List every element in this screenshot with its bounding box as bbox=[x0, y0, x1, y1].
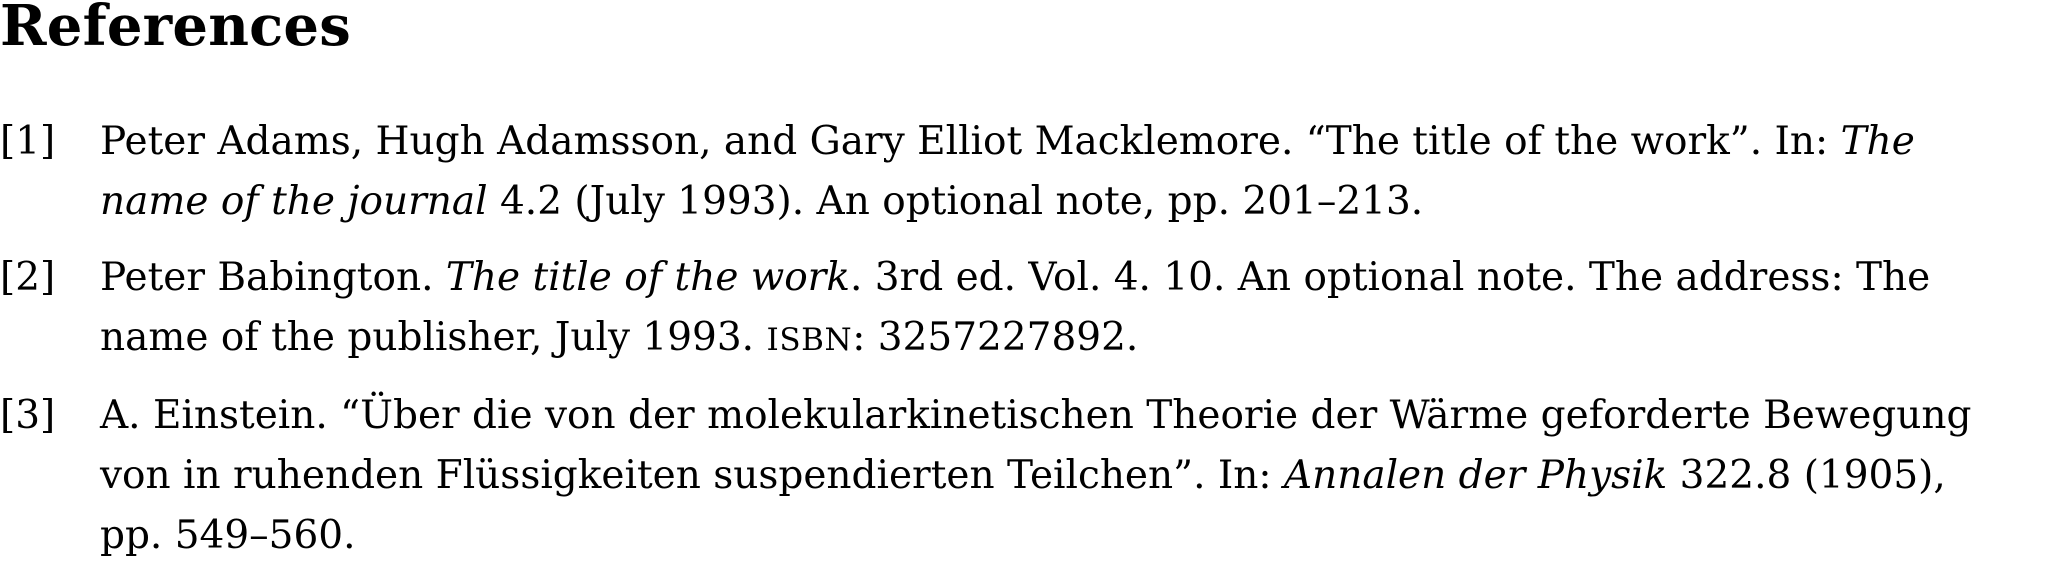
page-range: pp. 549–560. bbox=[100, 513, 356, 558]
journal-name: The bbox=[1840, 119, 1915, 164]
book-title: The title of the work bbox=[445, 255, 850, 300]
bib-entry-text: A. Einstein. “Über die von der molekular… bbox=[100, 386, 2067, 566]
bib-entry: [2] Peter Babington. The title of the wo… bbox=[0, 248, 2067, 370]
bib-entry-label: [1] bbox=[0, 119, 56, 164]
bib-entry-line: name of the journal 4.2 (July 1993). An … bbox=[100, 172, 2067, 232]
bib-entry-line: Peter Adams, Hugh Adamsson, and Gary Ell… bbox=[100, 112, 2067, 172]
bib-entry-line: pp. 549–560. bbox=[100, 506, 2067, 566]
bib-entry: [1] Peter Adams, Hugh Adamsson, and Gary… bbox=[0, 112, 2067, 232]
publication-details: 322.8 (1905), bbox=[1667, 453, 1946, 498]
author-text: Peter Babington. bbox=[100, 255, 446, 300]
bib-entry-text: Peter Babington. The title of the work. … bbox=[100, 248, 2067, 370]
title-continuation: von in ruhenden Flüssigkeiten suspendier… bbox=[100, 453, 1284, 498]
journal-name: name of the journal bbox=[100, 179, 488, 224]
bib-entry-text: Peter Adams, Hugh Adamsson, and Gary Ell… bbox=[100, 112, 2067, 232]
isbn-label: ISBN bbox=[766, 322, 853, 358]
bib-entry-line: name of the publisher, July 1993. ISBN: … bbox=[100, 308, 2067, 370]
bib-entry-line: A. Einstein. “Über die von der molekular… bbox=[100, 386, 2067, 446]
bib-entry-label: [3] bbox=[0, 393, 56, 438]
bib-entry-line: von in ruhenden Flüssigkeiten suspendier… bbox=[100, 446, 2067, 506]
author-title-text: A. Einstein. “Über die von der molekular… bbox=[100, 393, 1972, 438]
publisher-details: name of the publisher, July 1993. bbox=[100, 315, 767, 360]
bib-entry-label: [2] bbox=[0, 255, 56, 300]
bib-entry: [3] A. Einstein. “Über die von der molek… bbox=[0, 386, 2067, 566]
references-heading: References bbox=[0, 0, 351, 59]
bibliography-list: [1] Peter Adams, Hugh Adamsson, and Gary… bbox=[0, 112, 2067, 582]
publication-details: . 3rd ed. Vol. 4. 10. An optional note. … bbox=[849, 255, 1931, 300]
references-page: References [1] Peter Adams, Hugh Adamsso… bbox=[0, 0, 2067, 558]
isbn-value: : 3257227892. bbox=[852, 315, 1139, 360]
journal-name: Annalen der Physik bbox=[1283, 453, 1668, 498]
publication-details: 4.2 (July 1993). An optional note, pp. 2… bbox=[487, 179, 1424, 224]
authors-title-text: Peter Adams, Hugh Adamsson, and Gary Ell… bbox=[100, 119, 1841, 164]
bib-entry-line: Peter Babington. The title of the work. … bbox=[100, 248, 2067, 308]
